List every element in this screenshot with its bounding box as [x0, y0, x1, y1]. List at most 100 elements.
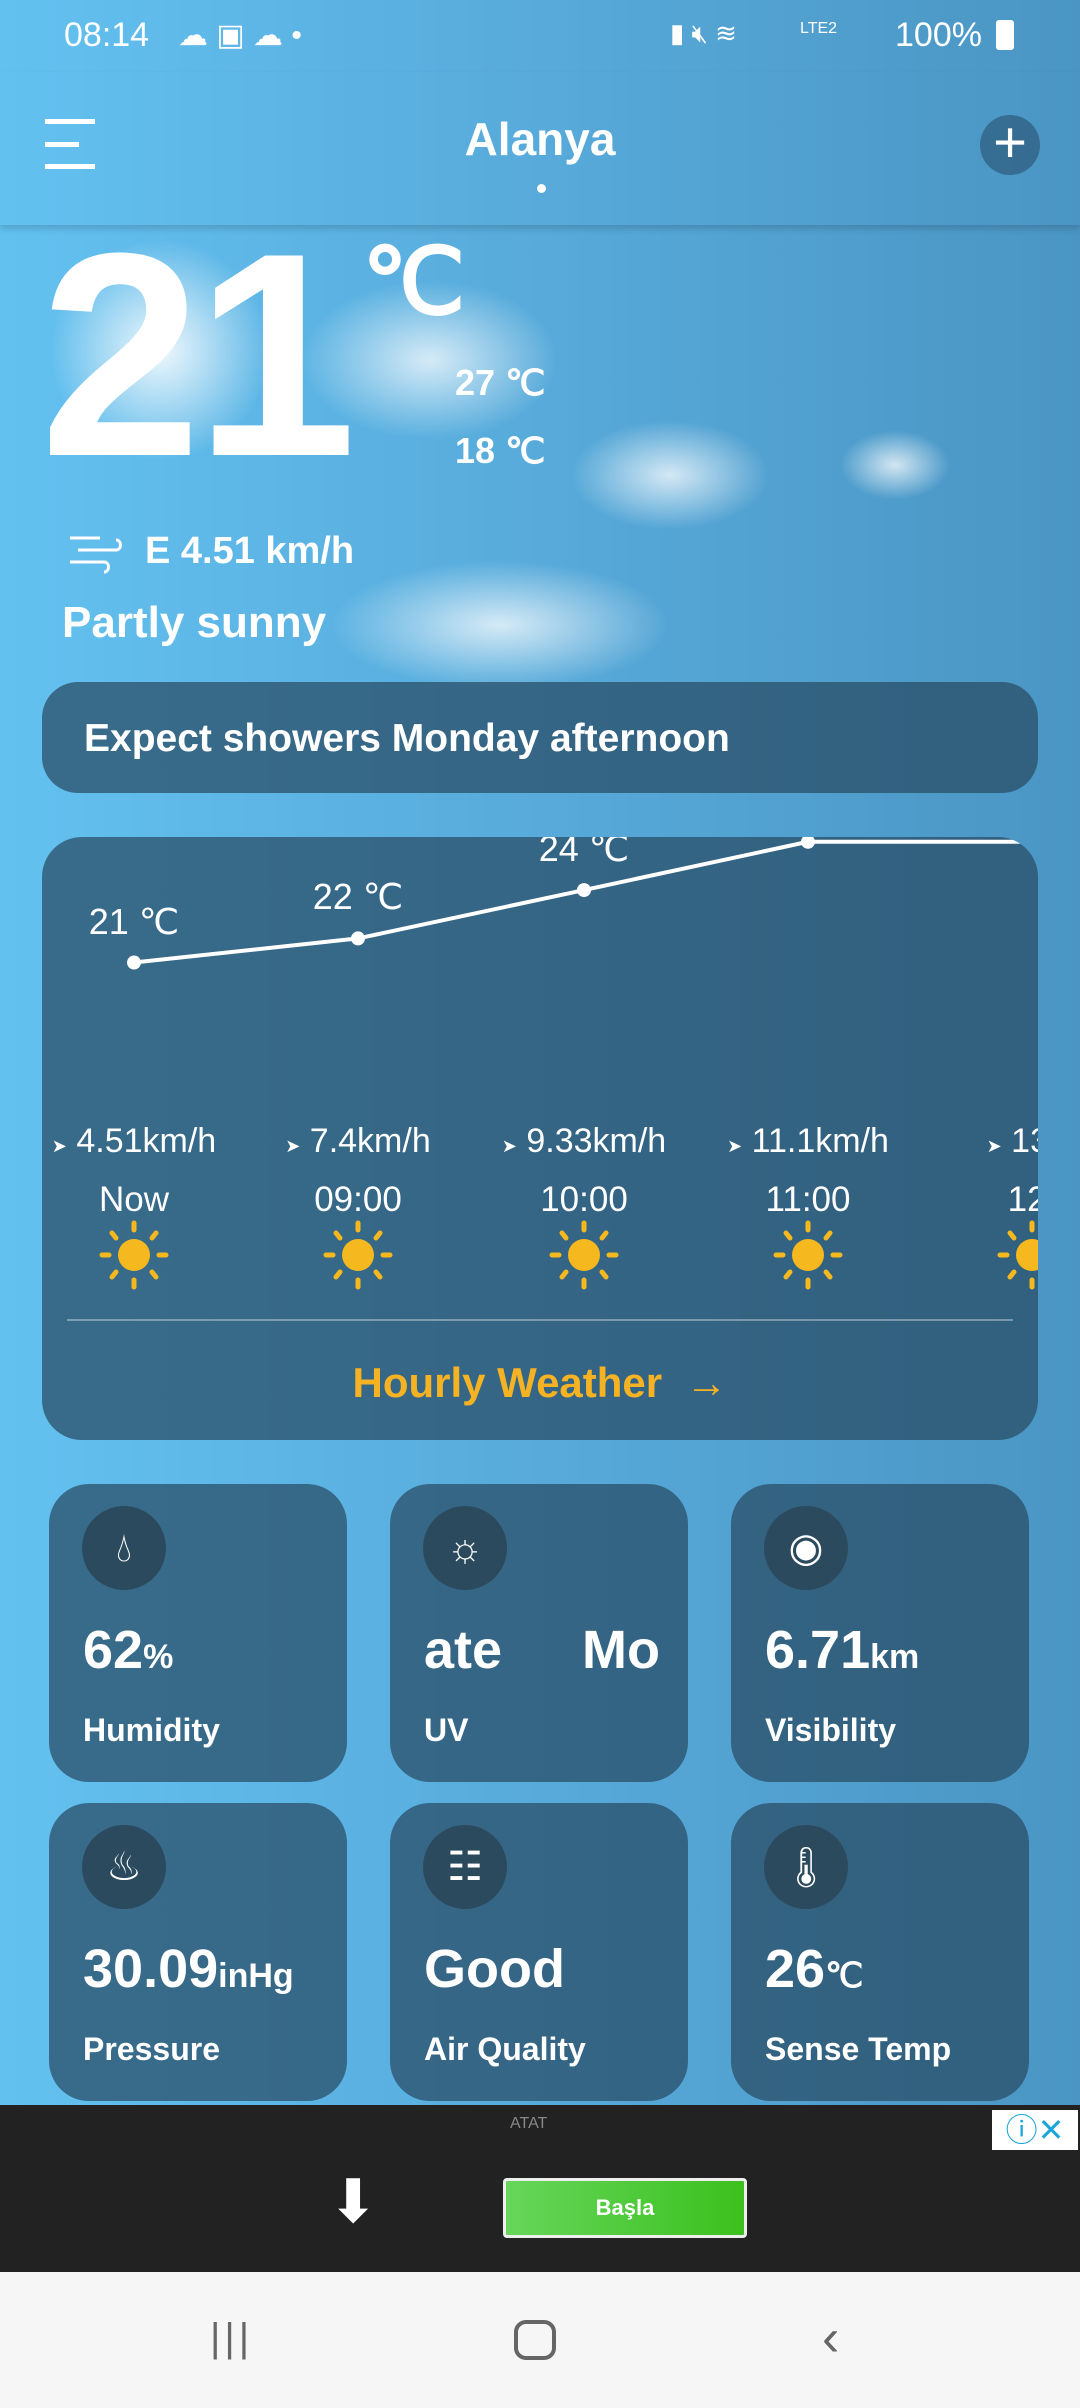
wind-direction-icon: ➤	[285, 1136, 301, 1156]
forecast-alert[interactable]: Expect showers Monday afternoon	[42, 682, 1038, 793]
hourly-link-label: Hourly Weather	[352, 1359, 663, 1406]
hour-time: 10:00	[540, 1180, 628, 1219]
tile-value: 30.09inHg	[83, 1938, 294, 2000]
tile-value: ate	[424, 1619, 574, 1681]
hour-wind-speed: 13.0	[1011, 1122, 1038, 1160]
hour-wind-speed: 7.4km/h	[309, 1122, 431, 1160]
alert-text: Expect showers Monday afternoon	[84, 717, 730, 760]
tile-value: 26℃	[765, 1938, 863, 2000]
tile-unit: km	[870, 1638, 920, 1676]
status-time: 08:14	[64, 16, 150, 54]
recent-apps-button[interactable]: |||	[210, 2316, 253, 2361]
tile-label: UV	[424, 1712, 469, 1748]
air-quality-icon: ☷	[423, 1825, 507, 1909]
temp-point	[351, 931, 365, 946]
tile-label: Visibility	[765, 1712, 897, 1748]
eye-icon: ◉	[764, 1506, 848, 1590]
temp-point	[1025, 837, 1038, 849]
hour-wind: ➤ 11.1km/h	[698, 1122, 918, 1161]
wind-icon	[70, 536, 122, 574]
divider	[67, 1319, 1013, 1321]
battery-icon	[996, 20, 1014, 50]
hour-time: 11:00	[765, 1180, 851, 1219]
sun-icon: ☼	[423, 1506, 507, 1590]
hourly-temp-chart	[127, 837, 1038, 970]
tile-label: Air Quality	[424, 2031, 586, 2067]
hour-time: Now	[98, 1180, 170, 1219]
download-icon: ⬇	[328, 2168, 379, 2235]
home-button[interactable]	[514, 2320, 556, 2360]
cloud	[840, 430, 950, 500]
hour-wind: ➤ 13.0	[922, 1122, 1038, 1161]
add-city-button[interactable]: +	[980, 114, 1040, 175]
wind-info: E 4.51 km/h	[145, 530, 355, 572]
back-button[interactable]: ‹	[822, 2308, 839, 2368]
sun-icon	[323, 1220, 393, 1290]
tile-air-quality[interactable]: ☷ Good Air Quality	[390, 1803, 688, 2101]
tile-unit: ℃	[825, 1957, 864, 1995]
hour-wind-speed: 9.33km/h	[526, 1122, 667, 1160]
temp-point	[127, 955, 141, 970]
tile-visibility[interactable]: ◉ 6.71km Visibility	[731, 1484, 1029, 1782]
tile-value-2: Mo	[582, 1620, 660, 1680]
tile-label: Humidity	[83, 1712, 220, 1748]
arrow-right-icon: →	[685, 1359, 728, 1406]
tile-unit: %	[143, 1638, 174, 1676]
tile-humidity[interactable]: 💧︎ 62% Humidity	[49, 1484, 347, 1782]
hour-temp-label: 21 ℃	[88, 900, 180, 942]
hour-wind-speed: 4.51km/h	[76, 1122, 217, 1160]
hourly-weather-link[interactable]: Hourly Weather →	[42, 1359, 1038, 1407]
ad-banner[interactable]: ATAT ⓘ✕ ⬇ Başla	[0, 2105, 1080, 2272]
tile-value-number: 26	[765, 1939, 826, 1999]
wind-direction-icon: ➤	[501, 1136, 517, 1156]
condition: Partly sunny	[62, 598, 327, 647]
cloud	[330, 560, 670, 690]
sun-icon	[997, 1220, 1038, 1290]
ad-close-button[interactable]: ⓘ✕	[992, 2110, 1078, 2150]
tile-value-number: 62	[83, 1620, 144, 1680]
tile-sense-temp[interactable]: 🌡︎ 26℃ Sense Temp	[731, 1803, 1029, 2101]
page-indicator	[537, 184, 546, 193]
thermometer-icon: 🌡︎	[764, 1825, 848, 1909]
hour-wind-speed: 11.1km/h	[751, 1122, 889, 1160]
hour-time: 09:00	[314, 1180, 402, 1219]
pressure-icon: ♨︎	[82, 1825, 166, 1909]
wind-direction-icon: ➤	[986, 1136, 1002, 1156]
status-bar: 08:14 ☁ ▣ ☁ • ▮ 🔇︎ ≋ LTE2 100%	[0, 0, 1080, 72]
tile-label: Pressure	[83, 2031, 220, 2067]
battery-percent: 100%	[895, 16, 982, 54]
tile-value: 6.71km	[765, 1619, 919, 1681]
tile-uv[interactable]: ☼ ate Mo UV	[390, 1484, 688, 1782]
hour-temp-label: 24 ℃	[538, 837, 630, 870]
sun-icon	[549, 1220, 619, 1290]
cloud	[570, 420, 770, 530]
navigation-bar: ||| ‹	[0, 2272, 1080, 2408]
tile-unit: inHg	[218, 1957, 294, 1995]
tile-value-number: 6.71	[765, 1620, 871, 1680]
hour-time: 12:	[1007, 1180, 1038, 1219]
city-title[interactable]: Alanya	[0, 112, 1080, 166]
current-temp: 21	[40, 193, 357, 517]
ad-start-button[interactable]: Başla	[503, 2178, 747, 2238]
tile-value: Good	[424, 1938, 565, 2000]
droplet-icon: 💧︎	[82, 1506, 166, 1590]
tile-value: 62%	[83, 1619, 173, 1681]
hourly-card: 21 ℃ ➤ 4.51km/h Now 22 ℃ ➤ 7.4km/h 09:00…	[42, 837, 1038, 1440]
notification-icons: ☁ ▣ ☁ •	[178, 19, 302, 52]
network-label: LTE2	[800, 20, 838, 37]
tile-value-number: ate	[424, 1620, 503, 1680]
temp-unit: ℃	[362, 231, 466, 333]
sun-icon	[99, 1220, 169, 1290]
high-temp: 27 ℃	[455, 362, 546, 403]
hour-wind: ➤ 4.51km/h	[42, 1122, 244, 1161]
wind-direction-icon: ➤	[727, 1136, 743, 1156]
system-icons: ▮ 🔇︎ ≋	[670, 18, 737, 48]
tile-pressure[interactable]: ♨︎ 30.09inHg Pressure	[49, 1803, 347, 2101]
low-temp: 18 ℃	[455, 430, 546, 471]
hour-wind: ➤ 7.4km/h	[248, 1122, 468, 1161]
tile-value-number: Good	[424, 1939, 565, 1999]
sun-icon	[773, 1220, 843, 1290]
tile-value-number: 30.09	[83, 1939, 219, 1999]
hour-temp-label: 22 ℃	[312, 876, 404, 918]
hour-wind: ➤ 9.33km/h	[474, 1122, 694, 1161]
